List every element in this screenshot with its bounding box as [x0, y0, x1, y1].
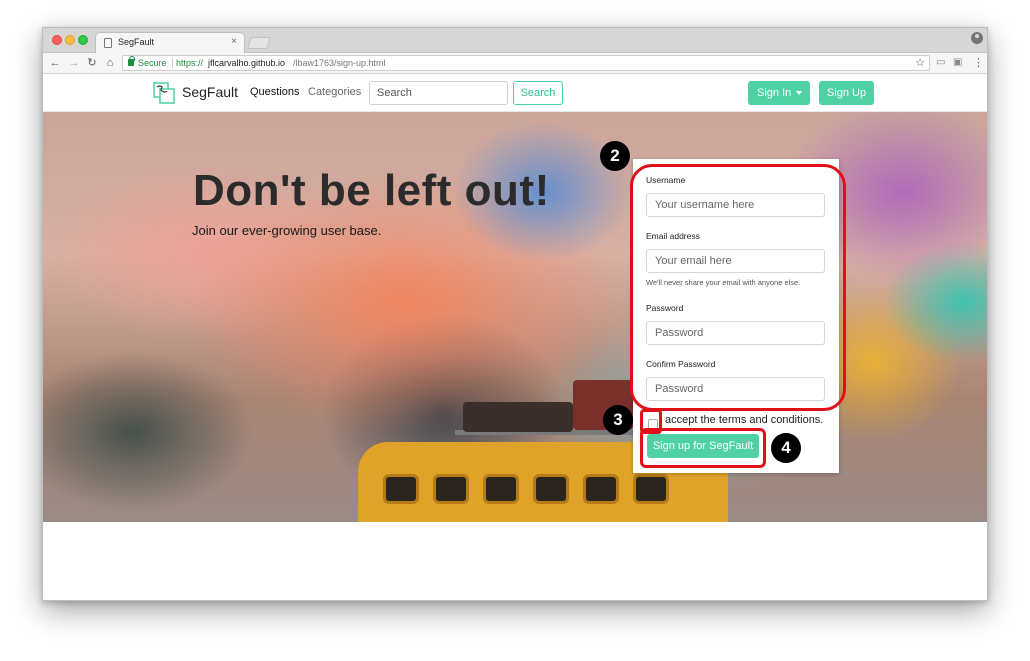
nav-link-categories[interactable]: Categories: [308, 86, 361, 98]
secure-label: Secure: [138, 58, 167, 68]
reload-icon[interactable]: ↻: [85, 56, 99, 70]
site-navbar: SegFault Questions Categories Search Sea…: [43, 74, 987, 112]
hero-title: Don't be left out!: [193, 166, 550, 215]
url-scheme: https://: [176, 58, 204, 68]
step-badge-3: 3: [603, 405, 633, 435]
button-highlight: [640, 428, 766, 468]
form-highlight: [630, 164, 846, 411]
page-footer-area: [43, 522, 987, 600]
minimize-window-button[interactable]: [65, 35, 75, 45]
van-window: [533, 474, 569, 504]
sign-in-button[interactable]: Sign In: [748, 81, 810, 105]
page-icon: [104, 38, 112, 48]
terms-label[interactable]: accept the terms and conditions.: [665, 414, 823, 426]
step-badge-4: 4: [771, 433, 801, 463]
url-divider: [172, 58, 173, 68]
nav-link-questions[interactable]: Questions: [250, 86, 300, 98]
van-window: [433, 474, 469, 504]
brand-name[interactable]: SegFault: [182, 84, 238, 100]
suitcase-image: [463, 402, 573, 432]
profile-icon[interactable]: [971, 32, 983, 44]
bookmark-star-icon[interactable]: ☆: [915, 56, 925, 70]
new-tab-button[interactable]: [246, 37, 272, 49]
hero-subtitle: Join our ever-growing user base.: [192, 223, 382, 238]
sign-up-button[interactable]: Sign Up: [819, 81, 874, 105]
maximize-window-button[interactable]: [78, 35, 88, 45]
tab-close-icon[interactable]: ×: [231, 36, 237, 47]
forward-arrow-icon[interactable]: →: [67, 56, 81, 70]
extension-icon[interactable]: ▭: [936, 57, 945, 68]
van-window: [383, 474, 419, 504]
home-icon[interactable]: ⌂: [103, 56, 117, 70]
search-input[interactable]: Search: [369, 81, 508, 105]
cast-icon[interactable]: ▣: [953, 57, 962, 68]
step-badge-2: 2: [600, 141, 630, 171]
van-window: [633, 474, 669, 504]
lock-icon: [128, 56, 135, 66]
search-button[interactable]: Search: [513, 81, 563, 105]
browser-toolbar: ← → ↻ ⌂ Secure https:// jflcarvalho.gith…: [43, 53, 987, 74]
sign-in-label: Sign In: [757, 87, 792, 99]
segfault-logo-icon[interactable]: [153, 82, 175, 104]
browser-window: SegFault × ← → ↻ ⌂ Secure https:// jflca…: [42, 27, 988, 601]
address-bar[interactable]: Secure https:// jflcarvalho.github.io /l…: [122, 55, 930, 71]
url-host: jflcarvalho.github.io: [208, 58, 286, 68]
back-arrow-icon[interactable]: ←: [48, 56, 62, 70]
van-window: [483, 474, 519, 504]
close-window-button[interactable]: [52, 35, 62, 45]
tab-strip: SegFault ×: [43, 28, 987, 54]
caret-down-icon: [796, 91, 802, 95]
url-path: /lbaw1763/sign-up.html: [293, 58, 386, 68]
van-window: [583, 474, 619, 504]
browser-tab[interactable]: SegFault ×: [95, 32, 245, 54]
hero-background: Don't be left out! Join our ever-growing…: [43, 112, 987, 522]
tab-title: SegFault: [118, 37, 155, 47]
browser-menu-icon[interactable]: ⋮: [973, 56, 984, 69]
